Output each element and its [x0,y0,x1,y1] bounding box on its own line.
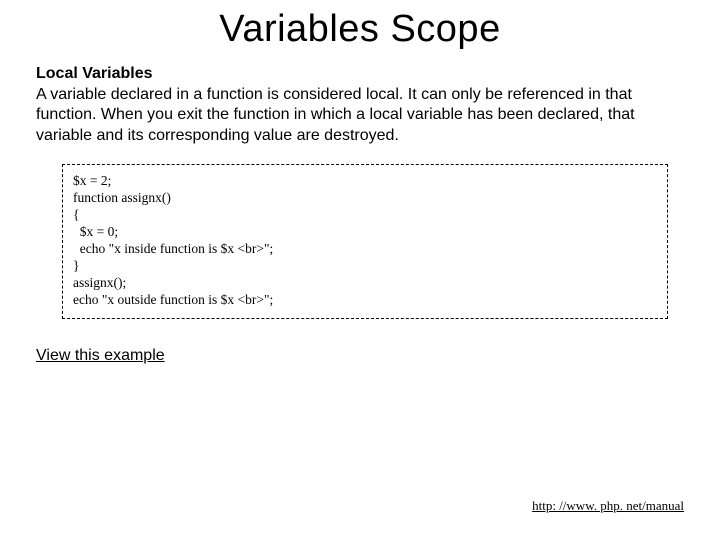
code-example: $x = 2; function assignx() { $x = 0; ech… [62,164,668,319]
body-text: A variable declared in a function is con… [36,85,684,146]
manual-link[interactable]: http: //www. php. net/manual [532,498,684,514]
section-subhead: Local Variables [36,65,684,83]
page-title: Variables Scope [36,8,684,51]
slide: Variables Scope Local Variables A variab… [0,0,720,540]
view-example-link[interactable]: View this example [36,347,165,365]
